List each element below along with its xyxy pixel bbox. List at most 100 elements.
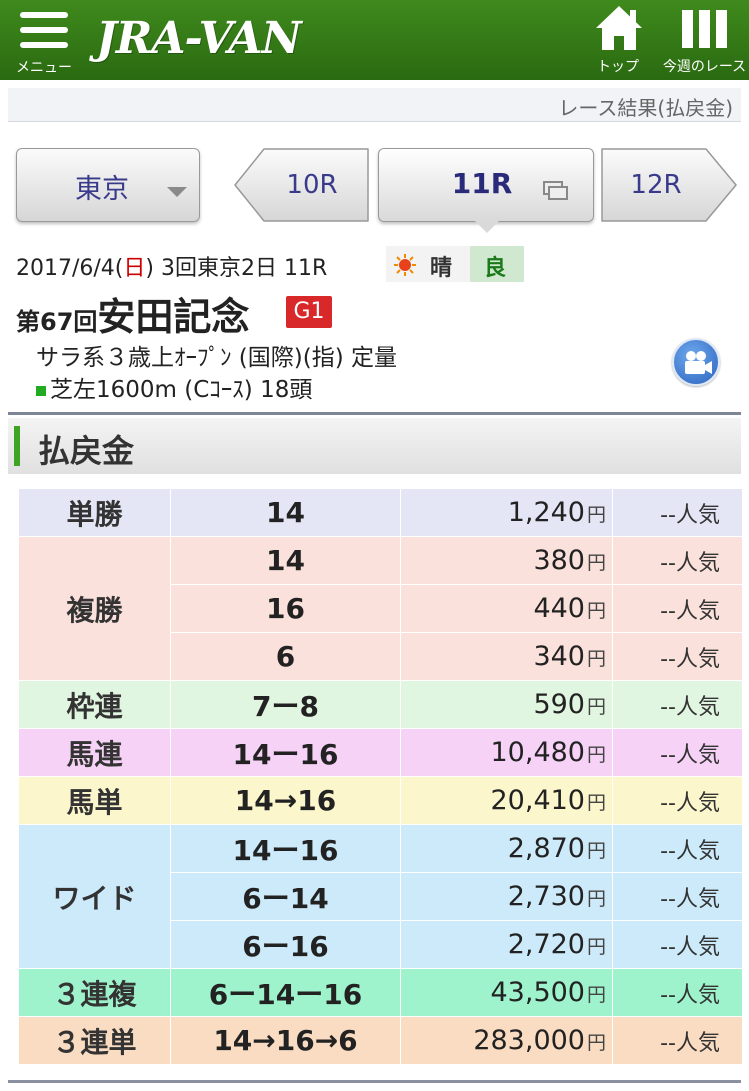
payout-amount: 20,410 bbox=[490, 785, 585, 816]
race-edition: 第67回 bbox=[16, 308, 98, 336]
race-title: 第67回安田記念 bbox=[16, 286, 249, 341]
bet-type-cell: ３連複 bbox=[18, 968, 171, 1017]
combination-cell: 6ー14 bbox=[170, 872, 401, 921]
sun-icon bbox=[394, 254, 416, 276]
race-conditions: サラ系３歳上ｵｰﾌﾟﾝ (国際)(指) 定量 bbox=[36, 345, 398, 371]
yen-unit: 円 bbox=[586, 936, 606, 958]
this-week-races-button[interactable]: 今週のレース bbox=[660, 4, 749, 76]
table-row: ３連複 6ー14ー16 43,500 円 --人気 bbox=[18, 968, 743, 1017]
yen-unit: 円 bbox=[586, 504, 606, 526]
payout-amount: 43,500 bbox=[490, 977, 585, 1008]
hamburger-icon bbox=[20, 12, 68, 52]
popularity-cell: --人気 bbox=[612, 728, 743, 777]
weather-badge: 晴 良 bbox=[386, 246, 524, 282]
app-header: メニュー JRA-VAN トップ 今週のレース bbox=[0, 0, 749, 80]
track-condition: 良 bbox=[484, 256, 507, 281]
bet-type-cell: 馬連 bbox=[18, 728, 171, 777]
payout-amount-cell: 20,410 円 bbox=[400, 776, 613, 825]
payout-amount: 2,730 bbox=[507, 881, 585, 912]
venue-label: 東京 bbox=[75, 174, 129, 205]
popularity-cell: --人気 bbox=[612, 632, 743, 681]
payout-amount: 283,000 bbox=[473, 1025, 585, 1056]
combination-cell: 7ー8 bbox=[170, 680, 401, 729]
popularity-cell: --人気 bbox=[612, 536, 743, 585]
yen-unit: 円 bbox=[586, 600, 606, 622]
combination-cell: 6 bbox=[170, 632, 401, 681]
payout-amount-cell: 43,500 円 bbox=[400, 968, 613, 1017]
payout-amount-cell: 340 円 bbox=[400, 632, 613, 681]
combination-cell: 16 bbox=[170, 584, 401, 633]
race-weekday: 日 bbox=[123, 256, 146, 281]
payout-table: 単勝 14 1,240 円 --人気 複勝 14 380 円 --人気 16 440 円 --人気 6 340… bbox=[18, 488, 743, 1065]
combination-cell: 14→16 bbox=[170, 776, 401, 825]
yen-unit: 円 bbox=[586, 696, 606, 718]
grade-badge: G1 bbox=[286, 296, 332, 328]
bet-type-cell: 馬単 bbox=[18, 776, 171, 825]
top-button[interactable]: トップ bbox=[588, 4, 648, 76]
top-label: トップ bbox=[597, 59, 639, 75]
payout-amount: 590 bbox=[533, 689, 585, 720]
bet-type-cell: ワイド bbox=[18, 824, 171, 969]
bet-type-cell: 単勝 bbox=[18, 488, 171, 537]
combination-cell: 14ー16 bbox=[170, 728, 401, 777]
payout-amount: 1,240 bbox=[507, 497, 585, 528]
venue-select[interactable]: 東京 bbox=[16, 148, 200, 222]
payout-section-header: 払戻金 bbox=[8, 418, 741, 474]
payout-amount-cell: 1,240 円 bbox=[400, 488, 613, 537]
payout-amount-cell: 2,730 円 bbox=[400, 872, 613, 921]
yen-unit: 円 bbox=[586, 984, 606, 1006]
yen-unit: 円 bbox=[586, 792, 606, 814]
menu-label: メニュー bbox=[16, 60, 72, 76]
popularity-cell: --人気 bbox=[612, 1016, 743, 1065]
payout-amount: 340 bbox=[533, 641, 585, 672]
race-date: 2017/6/4( bbox=[16, 256, 124, 281]
page-subtitle-bar: レース結果(払戻金) bbox=[8, 88, 741, 122]
payout-amount: 10,480 bbox=[490, 737, 585, 768]
popularity-cell: --人気 bbox=[612, 488, 743, 537]
table-row: 枠連 7ー8 590 円 --人気 bbox=[18, 680, 743, 729]
video-camera-icon bbox=[685, 351, 712, 374]
payout-amount-cell: 380 円 bbox=[400, 536, 613, 585]
prev-race-label: 10R bbox=[286, 170, 338, 200]
popularity-cell: --人気 bbox=[612, 824, 743, 873]
yen-unit: 円 bbox=[586, 1032, 606, 1054]
popularity-cell: --人気 bbox=[612, 968, 743, 1017]
popularity-cell: --人気 bbox=[612, 584, 743, 633]
table-row: 馬連 14ー16 10,480 円 --人気 bbox=[18, 728, 743, 777]
page-subtitle: レース結果(払戻金) bbox=[558, 96, 733, 120]
weather-label: 晴 bbox=[430, 256, 453, 281]
yen-unit: 円 bbox=[586, 552, 606, 574]
table-row: 複勝 14 380 円 --人気 bbox=[18, 536, 743, 681]
payout-amount: 440 bbox=[533, 593, 585, 624]
section-title: 払戻金 bbox=[38, 432, 135, 470]
home-icon bbox=[596, 6, 642, 50]
combination-cell: 14→16→6 bbox=[170, 1016, 401, 1065]
payout-amount-cell: 10,480 円 bbox=[400, 728, 613, 777]
race-course: 芝左1600m (Cｺｰｽ) 18頭 bbox=[50, 377, 313, 403]
video-button[interactable] bbox=[672, 338, 720, 386]
yen-unit: 円 bbox=[586, 888, 606, 910]
section-divider bbox=[8, 412, 741, 415]
section-accent-bar bbox=[14, 426, 20, 466]
bottom-divider bbox=[8, 1080, 741, 1083]
window-icon bbox=[543, 181, 569, 201]
turf-square-icon bbox=[36, 385, 46, 396]
menu-button[interactable]: メニュー bbox=[14, 8, 74, 76]
table-row: 単勝 14 1,240 円 --人気 bbox=[18, 488, 743, 537]
race-name: 安田記念 bbox=[97, 295, 250, 339]
columns-icon bbox=[682, 10, 727, 48]
combination-cell: 6ー14ー16 bbox=[170, 968, 401, 1017]
current-race-button[interactable]: 11R bbox=[378, 148, 594, 233]
bet-type-cell: 枠連 bbox=[18, 680, 171, 729]
bet-type-cell: 複勝 bbox=[18, 536, 171, 681]
current-pointer bbox=[475, 221, 499, 233]
combination-cell: 6ー16 bbox=[170, 920, 401, 969]
payout-amount: 2,870 bbox=[507, 833, 585, 864]
race-date-line: 2017/6/4(日) 3回東京2日 11R bbox=[16, 250, 327, 282]
race-course-line: 芝左1600m (Cｺｰｽ) 18頭 bbox=[36, 370, 312, 404]
jra-van-logo[interactable]: JRA-VAN bbox=[96, 12, 302, 66]
chevron-down-icon bbox=[167, 187, 187, 197]
payout-amount-cell: 283,000 円 bbox=[400, 1016, 613, 1065]
payout-amount-cell: 2,870 円 bbox=[400, 824, 613, 873]
payout-amount: 380 bbox=[533, 545, 585, 576]
